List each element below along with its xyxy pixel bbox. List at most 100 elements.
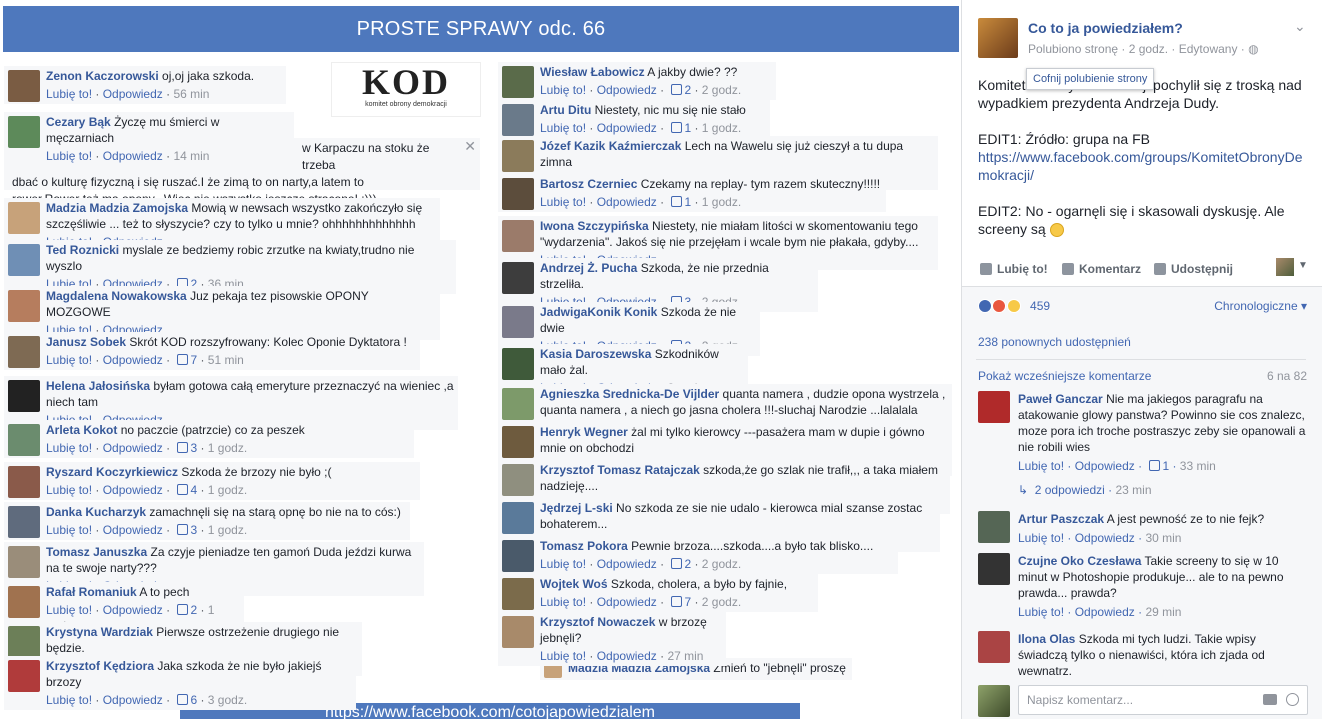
reply-link[interactable]: Odpowiedz <box>103 149 163 163</box>
like-count[interactable]: 7 <box>190 353 197 367</box>
like-count[interactable]: 2 <box>684 83 691 97</box>
emoji-icon[interactable] <box>1286 693 1299 706</box>
shares-link[interactable]: 238 ponownych udostępnień <box>978 335 1131 349</box>
commenter-name[interactable]: Danka Kucharzyk <box>46 505 146 519</box>
group-link[interactable]: https://www.facebook.com/groups/KomitetO… <box>978 149 1302 183</box>
commenter-name[interactable]: Józef Kazik Kaźmierczak <box>540 139 681 153</box>
close-icon[interactable]: ✕ <box>464 138 476 155</box>
avatar[interactable] <box>502 104 534 136</box>
like-link[interactable]: Lubię to! <box>46 483 92 497</box>
like-count[interactable]: 3 <box>190 523 197 537</box>
avatar[interactable] <box>8 202 40 234</box>
commenter-name[interactable]: Agnieszka Srednicka-De Vijlder <box>540 387 719 401</box>
avatar[interactable] <box>502 502 534 534</box>
reply-link[interactable]: Odpowiedz <box>103 87 163 101</box>
comment-input[interactable]: Napisz komentarz... <box>1018 685 1308 715</box>
like-count[interactable]: 1 <box>684 121 691 135</box>
reply-link[interactable]: Odpowiedz <box>103 603 163 617</box>
chevron-down-icon[interactable]: ⌄ <box>1294 18 1306 35</box>
avatar[interactable] <box>8 70 40 102</box>
commenter-name[interactable]: Krzysztof Tomasz Ratajczak <box>540 463 700 477</box>
reply-link[interactable]: Odpowiedz <box>103 693 163 707</box>
commenter-name[interactable]: Cezary Bąk <box>46 115 111 129</box>
avatar[interactable] <box>8 380 40 412</box>
reply-link[interactable]: Odpowiedz <box>1075 459 1135 473</box>
commenter-name[interactable]: Andrzej Ż. Pucha <box>540 261 637 275</box>
like-link[interactable]: Lubię to! <box>46 523 92 537</box>
avatar[interactable] <box>502 306 534 338</box>
commenter-name[interactable]: Krzysztof Nowaczek <box>540 615 655 629</box>
avatar[interactable] <box>8 336 40 368</box>
avatar[interactable] <box>502 578 534 610</box>
commenter-name[interactable]: Helena Jałosińska <box>46 379 150 393</box>
commenter-name[interactable]: Ryszard Koczyrkiewicz <box>46 465 178 479</box>
unlike-page-tooltip[interactable]: Cofnij polubienie strony <box>1026 68 1155 90</box>
commenter-name[interactable]: Wojtek Woś <box>540 577 608 591</box>
like-count[interactable]: 2 <box>190 603 197 617</box>
commenter-name[interactable]: Paweł Ganczar <box>1018 392 1103 406</box>
reply-link[interactable]: Odpowiedz <box>103 523 163 537</box>
commenter-name[interactable]: Rafał Romaniuk <box>46 585 137 599</box>
reply-link[interactable]: Odpowiedz <box>103 353 163 367</box>
commenter-name[interactable]: Artur Paszczak <box>1018 512 1104 526</box>
like-link[interactable]: Lubię to! <box>46 149 92 163</box>
avatar[interactable] <box>502 220 534 252</box>
reply-link[interactable]: Odpowiedz <box>597 649 657 663</box>
reply-link[interactable]: Odpowiedz <box>1075 531 1135 545</box>
avatar[interactable] <box>502 616 534 648</box>
like-link[interactable]: Lubię to! <box>540 83 586 97</box>
avatar[interactable] <box>8 626 40 658</box>
commenter-name[interactable]: Wiesław Łabowicz <box>540 65 645 79</box>
reply-link[interactable]: Odpowiedz <box>1075 605 1135 619</box>
commenter-name[interactable]: JadwigaKonik Konik <box>540 305 657 319</box>
like-count[interactable]: 3 <box>190 441 197 455</box>
commenter-name[interactable]: Zenon Kaczorowski <box>46 69 159 83</box>
reply-link[interactable]: Odpowiedz <box>597 83 657 97</box>
commenter-name[interactable]: Krystyna Wardziak <box>46 625 153 639</box>
caret-down-icon[interactable]: ▼ <box>1298 260 1308 271</box>
like-link[interactable]: Lubię to! <box>540 195 586 209</box>
replies-link[interactable]: ↳ 2 odpowiedzi · 23 min <box>1018 483 1152 497</box>
avatar[interactable] <box>502 388 534 420</box>
like-link[interactable]: Lubię to! <box>46 441 92 455</box>
reply-link[interactable]: Odpowiedz <box>597 595 657 609</box>
commenter-name[interactable]: Czujne Oko Czesława <box>1018 554 1141 568</box>
like-link[interactable]: Lubię to! <box>46 87 92 101</box>
like-link[interactable]: Lubię to! <box>540 557 586 571</box>
like-link[interactable]: Lubię to! <box>46 353 92 367</box>
avatar[interactable] <box>978 553 1010 585</box>
avatar[interactable] <box>502 178 534 210</box>
avatar[interactable] <box>502 464 534 496</box>
reply-link[interactable]: Odpowiedz <box>597 195 657 209</box>
like-link[interactable]: Lubię to! <box>1018 531 1064 545</box>
comment-action[interactable]: Komentarz <box>1062 262 1141 276</box>
commenter-name[interactable]: Bartosz Czerniec <box>540 177 637 191</box>
avatar[interactable] <box>978 511 1010 543</box>
commenter-name[interactable]: Tomasz Januszka <box>46 545 147 559</box>
avatar[interactable] <box>978 391 1010 423</box>
avatar[interactable] <box>8 424 40 456</box>
like-count[interactable]: 1 <box>684 195 691 209</box>
like-link[interactable]: Lubię to! <box>1018 459 1064 473</box>
avatar[interactable] <box>502 66 534 98</box>
like-count[interactable]: 1 <box>1162 459 1169 473</box>
like-count[interactable]: 4 <box>190 483 197 497</box>
page-name[interactable]: Co to ja powiedziałem? <box>1028 20 1183 36</box>
avatar[interactable] <box>8 466 40 498</box>
sort-order-dropdown[interactable]: Chronologiczne ▾ <box>1214 299 1307 313</box>
user-avatar[interactable] <box>1276 258 1294 276</box>
like-link[interactable]: Lubię to! <box>540 121 586 135</box>
reply-link[interactable]: Odpowiedz <box>103 441 163 455</box>
like-link[interactable]: Lubię to! <box>1018 605 1064 619</box>
commenter-name[interactable]: Kasia Daroszewska <box>540 347 651 361</box>
previous-comments-link[interactable]: Pokaż wcześniejsze komentarze <box>978 369 1151 383</box>
commenter-name[interactable]: Jędrzej L-ski <box>540 501 613 515</box>
commenter-name[interactable]: Iwona Szczypińska <box>540 219 649 233</box>
commenter-name[interactable]: Janusz Sobek <box>46 335 126 349</box>
avatar[interactable] <box>502 140 534 172</box>
avatar[interactable] <box>502 540 534 572</box>
avatar[interactable] <box>8 660 40 692</box>
avatar[interactable] <box>8 546 40 578</box>
camera-icon[interactable] <box>1263 694 1277 705</box>
like-link[interactable]: Lubię to! <box>540 649 586 663</box>
